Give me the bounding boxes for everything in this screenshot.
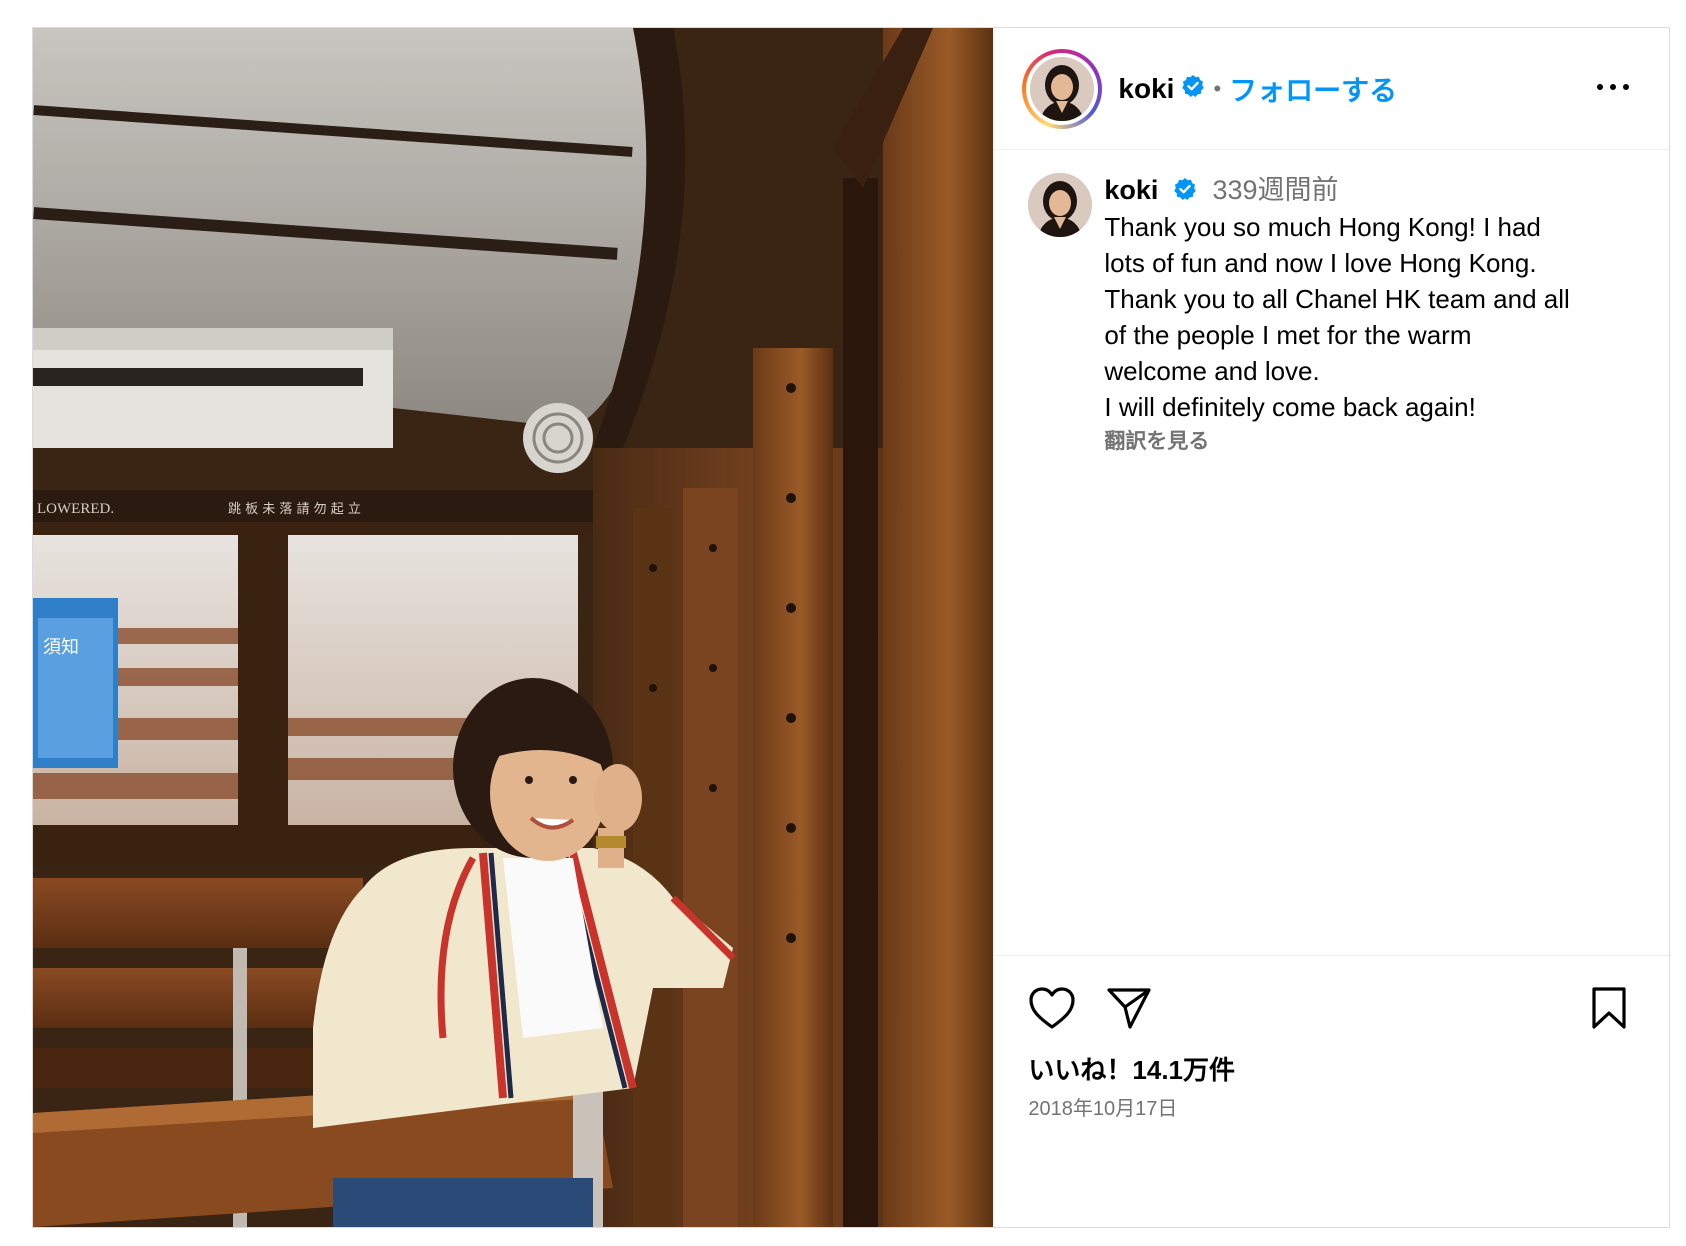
header-separator: • <box>1213 75 1222 101</box>
follow-button[interactable]: フォローする <box>1229 69 1397 109</box>
translate-link[interactable]: 翻訳を見る <box>1104 425 1209 455</box>
header-username[interactable]: koki <box>1118 73 1174 105</box>
caption-avatar[interactable] <box>1028 173 1093 237</box>
instagram-post: LOWERED. 跳 板 未 落 請 勿 起 立 須知 koki • フォローす… <box>32 27 1670 1228</box>
notice-poster-text: 須知 <box>43 637 79 658</box>
post-date[interactable]: 2018年10月17日 <box>1028 1092 1177 1121</box>
more-options-icon[interactable] <box>1595 72 1631 102</box>
caption-text: Thank you so much Hong Kong! I had lots … <box>1104 211 1570 422</box>
share-icon[interactable] <box>1106 986 1152 1035</box>
ferry-interior-photo: LOWERED. 跳 板 未 落 請 勿 起 立 須知 <box>33 28 994 1227</box>
ferry-sign-text: LOWERED. <box>37 501 114 517</box>
post-photo[interactable]: LOWERED. 跳 板 未 落 請 勿 起 立 須知 <box>33 28 994 1227</box>
caption-block: koki 339週間前 Thank you so much Hong Kong!… <box>1028 173 1648 455</box>
header-avatar[interactable] <box>1030 56 1095 121</box>
likes-count[interactable]: いいね！14.1万件 <box>1028 1050 1235 1087</box>
post-time-ago[interactable]: 339週間前 <box>1212 175 1338 205</box>
post-header: koki • フォローする <box>994 28 1669 150</box>
post-details-panel: koki • フォローする koki 339週間前 Thank you so m… <box>993 28 1669 1227</box>
bookmark-icon[interactable] <box>1590 986 1628 1035</box>
verified-badge-icon <box>1181 74 1205 103</box>
ferry-sign-chinese: 跳 板 未 落 請 勿 起 立 <box>228 502 361 517</box>
story-ring[interactable] <box>1022 48 1103 129</box>
heart-icon[interactable] <box>1028 986 1076 1035</box>
caption-username[interactable]: koki <box>1104 175 1158 205</box>
verified-badge-icon <box>1173 175 1197 209</box>
actions-section: いいね！14.1万件 2018年10月17日 <box>994 955 1669 1227</box>
